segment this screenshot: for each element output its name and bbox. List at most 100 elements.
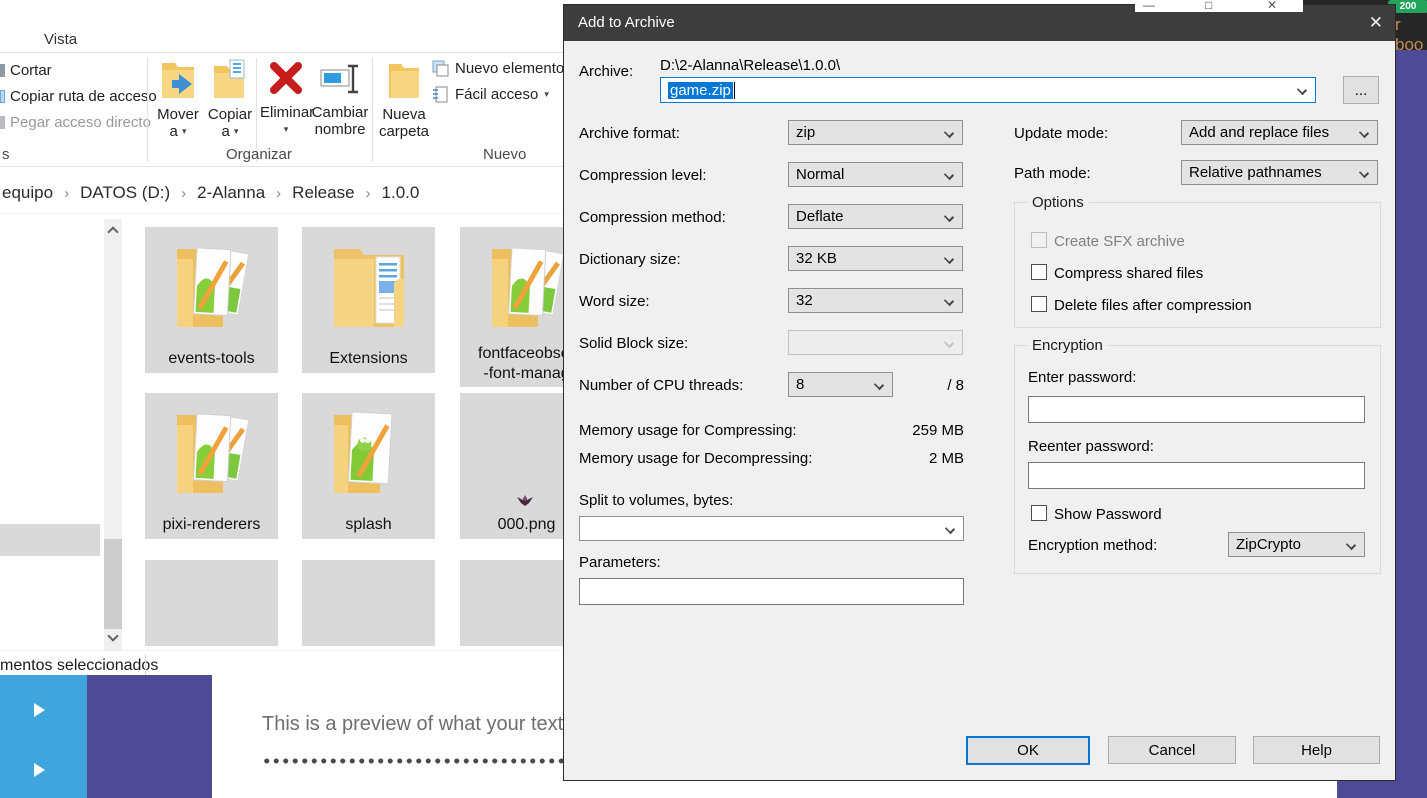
- cancel-button[interactable]: Cancel: [1108, 736, 1236, 764]
- copy-to-label: Copiar: [208, 106, 252, 123]
- ribbon-tab-divider: [0, 52, 563, 53]
- new-folder-button[interactable]: Nueva carpeta: [378, 58, 430, 140]
- close-icon[interactable]: ✕: [1267, 0, 1277, 12]
- compression-level-value: Normal: [796, 166, 844, 183]
- new-item-label: Nuevo elemento: [455, 60, 564, 77]
- delete-after-checkbox[interactable]: [1031, 296, 1047, 312]
- cpu-threads-combo[interactable]: 8: [788, 372, 893, 397]
- update-mode-value: Add and replace files: [1189, 124, 1329, 141]
- archive-format-combo[interactable]: zip: [788, 120, 963, 145]
- play-icon[interactable]: [34, 703, 45, 717]
- ribbon-bottom-border: [0, 166, 563, 167]
- breadcrumb-equipo[interactable]: equipo: [2, 183, 53, 203]
- show-password-checkbox[interactable]: [1031, 505, 1047, 521]
- dropdown-caret: ▾: [544, 89, 549, 100]
- move-to-button[interactable]: Mover a ▾: [152, 58, 204, 140]
- chevron-down-icon[interactable]: [944, 170, 954, 180]
- file-tile-partial[interactable]: [302, 560, 435, 646]
- word-size-label: Word size:: [579, 293, 650, 310]
- reenter-password-input[interactable]: [1028, 462, 1365, 489]
- word-size-combo[interactable]: 32: [788, 288, 963, 313]
- sprite-image-icon: [516, 493, 534, 507]
- chevron-right-icon: ›: [366, 185, 371, 202]
- breadcrumb-2-alanna[interactable]: 2-Alanna: [197, 183, 265, 203]
- dictionary-size-combo[interactable]: 32 KB: [788, 246, 963, 271]
- chevron-down-icon[interactable]: [874, 380, 884, 390]
- compress-shared-checkbox[interactable]: [1031, 264, 1047, 280]
- path-mode-value: Relative pathnames: [1189, 164, 1322, 181]
- file-tile-extensions[interactable]: Extensions: [302, 227, 435, 373]
- scrollbar-thumb[interactable]: [104, 539, 122, 629]
- help-button[interactable]: Help: [1253, 736, 1380, 764]
- chevron-right-icon: ›: [181, 185, 186, 202]
- word-size-value: 32: [796, 292, 813, 309]
- folder-docs-icon: [167, 401, 259, 505]
- parameters-input[interactable]: [579, 578, 964, 605]
- solid-block-size-combo: [788, 330, 963, 355]
- ok-button[interactable]: OK: [966, 736, 1090, 765]
- chevron-down-icon[interactable]: [1359, 128, 1369, 138]
- file-pane-scrollbar[interactable]: [104, 219, 122, 651]
- chevron-down-icon[interactable]: [944, 128, 954, 138]
- group-label-organize: Organizar: [226, 146, 292, 163]
- breadcrumb-100[interactable]: 1.0.0: [382, 183, 420, 203]
- split-volumes-combo[interactable]: [579, 516, 964, 541]
- path-mode-label: Path mode:: [1014, 165, 1091, 182]
- add-to-archive-dialog: Add to Archive ✕ Archive: D:\2-Alanna\Re…: [563, 4, 1396, 781]
- rename-icon: [317, 58, 363, 100]
- rename-button[interactable]: Cambiar nombre: [310, 58, 370, 138]
- breadcrumb-divider: [0, 213, 563, 214]
- easy-access-button[interactable]: Fácil acceso ▾: [432, 86, 549, 103]
- path-mode-combo[interactable]: Relative pathnames: [1181, 160, 1378, 185]
- menu-cut[interactable]: Cortar: [10, 62, 52, 79]
- enter-password-input[interactable]: [1028, 396, 1365, 423]
- compress-shared-label: Compress shared files: [1054, 265, 1203, 282]
- compression-level-label: Compression level:: [579, 167, 707, 184]
- preview-text: This is a preview of what your text: [262, 713, 563, 736]
- chevron-down-icon[interactable]: [1359, 168, 1369, 178]
- chevron-down-icon[interactable]: [1346, 540, 1356, 550]
- archive-name-value: game.zip: [668, 82, 733, 99]
- chevron-down-icon[interactable]: [944, 254, 954, 264]
- compression-level-combo[interactable]: Normal: [788, 162, 963, 187]
- update-mode-combo[interactable]: Add and replace files: [1181, 120, 1378, 145]
- statusbar-selection-count: mentos seleccionados: [0, 657, 158, 675]
- breadcrumb-release[interactable]: Release: [292, 183, 354, 203]
- scroll-up-icon[interactable]: [107, 226, 118, 237]
- chevron-right-icon: ›: [276, 185, 281, 202]
- scroll-down-icon[interactable]: [107, 630, 118, 641]
- menu-copy-path[interactable]: Copiar ruta de acceso: [10, 88, 157, 105]
- play-icon[interactable]: [34, 763, 45, 777]
- chevron-down-icon[interactable]: [944, 212, 954, 222]
- file-tile-splash[interactable]: splash: [302, 393, 435, 539]
- statusbar-separator: [145, 654, 146, 676]
- paste-shortcut-icon: [0, 116, 5, 129]
- create-sfx-label: Create SFX archive: [1054, 233, 1185, 250]
- file-label: events-tools: [145, 349, 278, 368]
- breadcrumb-datos[interactable]: DATOS (D:): [80, 183, 170, 203]
- chevron-down-icon[interactable]: [1297, 85, 1307, 95]
- nav-selected-item[interactable]: [0, 524, 100, 556]
- tab-vista[interactable]: Vista: [44, 31, 77, 48]
- copy-to-button[interactable]: Copiar a ▾: [204, 58, 256, 140]
- file-tile-pixi-renderers[interactable]: pixi-renderers: [145, 393, 278, 539]
- chevron-down-icon[interactable]: [945, 524, 955, 534]
- minimize-icon[interactable]: —: [1143, 0, 1155, 12]
- compression-method-combo[interactable]: Deflate: [788, 204, 963, 229]
- archive-name-combo[interactable]: game.zip: [660, 77, 1316, 103]
- move-to-label2: a: [169, 123, 177, 140]
- menu-paste-shortcut: Pegar acceso directo: [10, 114, 151, 131]
- browse-button[interactable]: ...: [1343, 76, 1379, 104]
- delete-button[interactable]: Eliminar ▾: [260, 58, 312, 138]
- memory-compressing-label: Memory usage for Compressing:: [579, 422, 797, 439]
- group-label-clipboard: s: [2, 146, 10, 163]
- file-tile-partial[interactable]: [145, 560, 278, 646]
- encryption-method-combo[interactable]: ZipCrypto: [1228, 532, 1365, 557]
- copy-to-icon: [210, 58, 250, 102]
- maximize-icon[interactable]: □: [1205, 0, 1212, 12]
- chevron-down-icon[interactable]: [944, 296, 954, 306]
- close-icon[interactable]: ✕: [1369, 5, 1383, 41]
- new-item-button[interactable]: Nuevo elemento ▾: [432, 60, 575, 77]
- file-tile-events-tools[interactable]: events-tools: [145, 227, 278, 373]
- text-cursor: [734, 82, 735, 99]
